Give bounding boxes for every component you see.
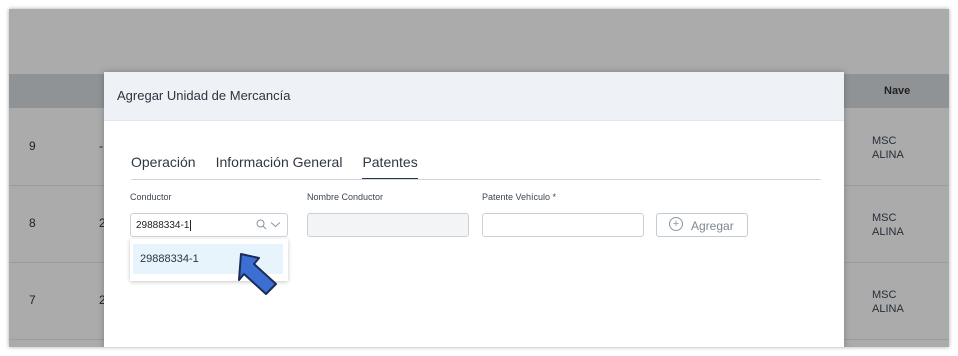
chevron-down-icon[interactable]	[270, 219, 281, 230]
modal-title: Agregar Unidad de Mercancía	[117, 88, 291, 103]
plus-circle-icon: +	[669, 217, 683, 231]
add-button-label: Agregar	[691, 219, 734, 233]
conductor-label: Conductor	[130, 192, 172, 202]
tabs-divider	[131, 179, 821, 180]
pointer-arrow-icon	[238, 253, 277, 295]
app-frame: Nave 9 - MSC ALINA 8 2 MSC ALINA 7 2 MSC…	[9, 9, 949, 347]
patente-vehiculo-label: Patente Vehículo *	[482, 192, 557, 202]
nombre-conductor-label: Nombre Conductor	[307, 192, 384, 202]
conductor-select[interactable]: 29888334-1	[130, 213, 288, 237]
modal-header: Agregar Unidad de Mercancía	[104, 72, 844, 121]
add-button[interactable]: + Agregar	[656, 213, 748, 237]
patente-vehiculo-input[interactable]	[482, 213, 644, 237]
tab-patentes[interactable]: Patentes	[362, 154, 418, 180]
tab-informacion-general[interactable]: Información General	[216, 154, 343, 180]
add-unit-modal: Agregar Unidad de Mercancía Operación In…	[104, 72, 844, 347]
text-caret	[190, 220, 192, 231]
tab-bar: Operación Información General Patentes	[131, 154, 418, 180]
tab-operacion[interactable]: Operación	[131, 154, 196, 180]
nombre-conductor-field	[307, 213, 469, 237]
search-icon[interactable]	[256, 219, 267, 230]
conductor-input-value: 29888334-1	[136, 220, 190, 232]
